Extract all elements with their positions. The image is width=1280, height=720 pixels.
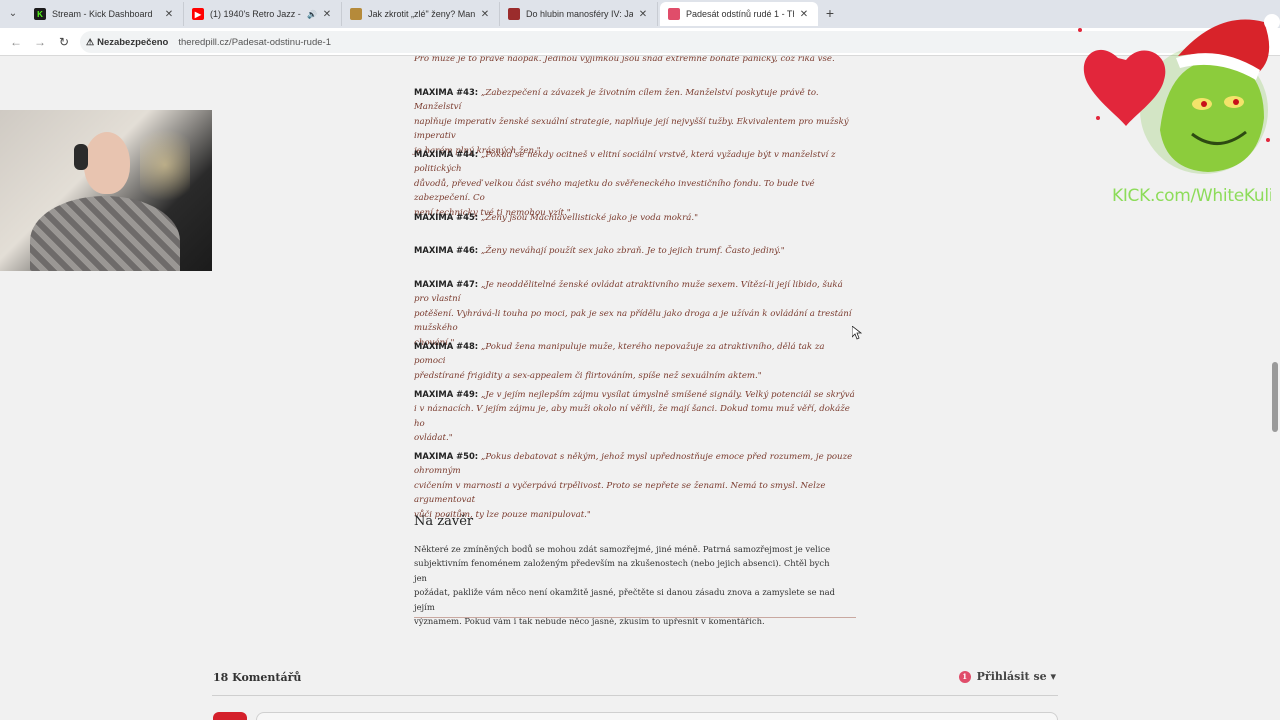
maxim-line: „Ženy jsou Machiavellistické jako je vod… [480,213,699,223]
scrollbar[interactable] [1271,56,1280,720]
article-divider [414,617,856,618]
login-label: Přihlásit se ▾ [976,670,1056,683]
kick-url-label: KICK.com/WhiteKuli [1112,186,1274,206]
close-icon[interactable]: ✕ [798,9,810,20]
comments-header: 18 Komentářů 1 Přihlásit se ▾ [212,664,1058,696]
security-label: Nezabezpečeno [97,36,169,48]
tab-padesat-odstinu[interactable]: Padesát odstínů rudé 1 - TheRe ✕ [660,2,818,26]
maxim-line: „Je v jejím nejlepším zájmu vysílat úmys… [480,390,855,400]
kick-overlay-graphic [1078,14,1280,174]
tab-title: Padesát odstínů rudé 1 - TheRe [686,9,794,19]
redpill-icon [668,8,680,20]
tab-manosfera-1[interactable]: Jak zkrotit „zlé" ženy? Manosfér ✕ [342,2,500,26]
conclusion-line: subjektivním fenoménem založeným předevš… [414,558,830,583]
back-arrow-icon[interactable]: ← [8,34,24,50]
grinch-illustration [1140,14,1280,174]
reload-icon[interactable]: ↻ [56,34,72,50]
maxim-49: MAXIMA #49: „Je v jejím nejlepším zájmu … [414,387,858,446]
speaker-icon[interactable]: 🔊 [307,10,317,19]
conclusion-line: Některé ze zmíněných bodů se mohou zdát … [414,544,831,554]
maxim-label: MAXIMA #49: [414,389,479,399]
maxim-label: MAXIMA #48: [414,341,479,351]
maxim-line: potěšení. Vyhrává-li touha po moci, pak … [414,308,852,334]
security-badge[interactable]: ⚠ Nezabezpečeno [86,37,168,48]
site-icon [350,8,362,20]
avatar [213,712,247,720]
maxim-line: naplňuje imperativ ženské sexuální strat… [414,116,849,142]
scrollbar-thumb[interactable] [1272,362,1278,432]
lights-decoration [140,120,190,210]
maxim-label: MAXIMA #47: [414,279,479,289]
tab-search-chevron-icon[interactable]: ⌄ [4,5,22,23]
tab-kick-dashboard[interactable]: K Stream - Kick Dashboard ✕ [26,2,184,26]
maxim-label: MAXIMA #44: [414,149,479,159]
mouse-cursor-icon [852,326,862,340]
maxim-48: MAXIMA #48: „Pokud žena manipuluje muže,… [414,339,858,383]
notification-badge: 1 [958,670,971,683]
maxim-45: MAXIMA #45: „Ženy jsou Machiavellistické… [414,210,858,225]
maxim-line: i v náznacích. V jejím zájmu je, aby muž… [414,404,850,429]
close-icon[interactable]: ✕ [479,9,491,20]
login-button[interactable]: 1 Přihlásit se ▾ [958,670,1056,683]
tab-title: Jak zkrotit „zlé" ženy? Manosfér [368,9,475,19]
maxim-line: ovládat." [414,433,453,444]
maxim-line: „Ženy neváhají použít sex jako zbraň. Je… [480,246,785,256]
tab-title: Do hlubin manosféry IV: Jak zk [526,9,633,19]
maxim-line: „Je neoddělitelné ženské ovládat atrakti… [414,280,843,305]
tab-title: (1) 1940's Retro Jazz - Vinta [210,9,303,19]
close-icon[interactable]: ✕ [163,9,175,20]
tab-manosfera-4[interactable]: Do hlubin manosféry IV: Jak zk ✕ [500,2,658,26]
article-fragment: Pro muže je to právě naopak. Jedinou výj… [414,56,835,64]
close-icon[interactable]: ✕ [321,9,333,20]
comments-count[interactable]: 18 Komentářů [213,671,301,684]
streamer-head [84,132,130,194]
kick-icon: K [34,8,46,20]
new-tab-button[interactable]: + [822,5,838,21]
maxim-line: „Pokud se někdy ocitneš v elitní sociáln… [414,150,836,175]
close-icon[interactable]: ✕ [637,9,649,20]
warning-triangle-icon: ⚠ [86,36,95,47]
maxim-line: důvodů, převeď velkou část svého majetku… [414,178,815,204]
section-heading: Na závěr [414,514,474,529]
site-icon [508,8,520,20]
tab-retro-jazz[interactable]: ▶ (1) 1940's Retro Jazz - Vinta 🔊 ✕ [184,2,342,26]
maxim-label: MAXIMA #46: [414,245,479,255]
maxim-line: cvičením v marnosti a vyčerpává trpělivo… [414,480,826,506]
maxim-label: MAXIMA #50: [414,451,479,461]
maxim-line: „Pokus debatovat s někým, jehož mysl upř… [414,452,853,477]
maxim-label: MAXIMA #45: [414,212,479,222]
youtube-icon: ▶ [192,8,204,20]
maxim-50: MAXIMA #50: „Pokus debatovat s někým, je… [414,449,858,522]
conclusion-line: požádat, pakliže vám něco není okamžitě … [414,587,835,612]
maxim-46: MAXIMA #46: „Ženy neváhají použít sex ja… [414,243,858,258]
comment-input[interactable] [256,712,1058,720]
tab-title: Stream - Kick Dashboard [52,9,153,19]
address-bar[interactable]: ⚠ Nezabezpečeno theredpill.cz/Padesat-od… [80,31,1240,53]
maxim-label: MAXIMA #43: [414,87,479,97]
webcam-overlay [0,110,212,271]
conclusion-paragraph: Některé ze zmíněných bodů se mohou zdát … [414,542,844,628]
maxim-line: předstírané frigidity a sex-appealem či … [414,370,762,381]
headset-icon [74,144,88,170]
forward-arrow-icon[interactable]: → [32,34,48,50]
url-text: theredpill.cz/Padesat-odstinu-rude-1 [178,36,331,48]
